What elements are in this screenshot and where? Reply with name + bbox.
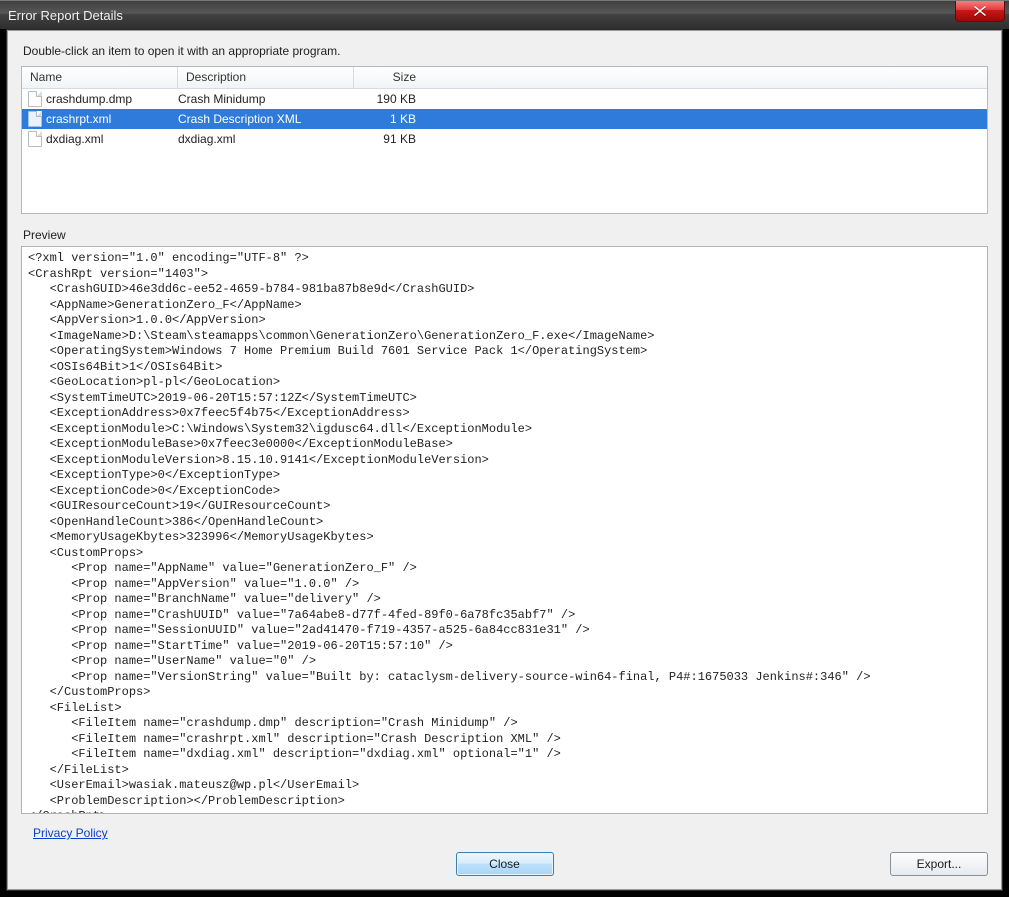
cell-size: 190 KB (354, 92, 430, 106)
file-icon (28, 131, 42, 147)
preview-label: Preview (23, 228, 988, 242)
file-name: crashdump.dmp (46, 92, 132, 106)
file-name: dxdiag.xml (46, 132, 103, 146)
file-icon (28, 91, 42, 107)
privacy-policy-link[interactable]: Privacy Policy (33, 826, 108, 840)
cell-name: dxdiag.xml (28, 131, 178, 147)
table-body: crashdump.dmp Crash Minidump190 KB crashrp… (22, 89, 987, 213)
column-header-name[interactable]: Name (22, 67, 178, 88)
file-name: crashrpt.xml (46, 112, 111, 126)
close-window-button[interactable] (955, 1, 1005, 22)
table-row[interactable]: dxdiag.xmldxdiag.xml91 KB (22, 129, 987, 149)
cell-name: crashdump.dmp (28, 91, 178, 107)
instruction-text: Double-click an item to open it with an … (23, 44, 988, 58)
window-frame: Error Report Details Double-click an ite… (0, 0, 1009, 897)
column-header-description[interactable]: Description (178, 67, 354, 88)
titlebar[interactable]: Error Report Details (0, 0, 1009, 29)
table-row[interactable]: crashrpt.xml Crash Description XML1 KB (22, 109, 987, 129)
table-header: Name Description Size (22, 67, 987, 89)
preview-pane[interactable]: <?xml version="1.0" encoding="UTF-8" ?> … (21, 246, 988, 814)
window-title: Error Report Details (8, 8, 123, 23)
file-icon (28, 111, 42, 127)
file-list[interactable]: Name Description Size crashdump.dmp Crash… (21, 66, 988, 214)
export-button[interactable]: Export... (890, 852, 988, 876)
client-area: Double-click an item to open it with an … (6, 29, 1003, 891)
cell-description: Crash Description XML (178, 112, 354, 126)
footer: Privacy Policy Close Export... (21, 826, 988, 876)
cell-size: 1 KB (354, 112, 430, 126)
cell-name: crashrpt.xml (28, 111, 178, 127)
cell-description: dxdiag.xml (178, 132, 354, 146)
cell-description: Crash Minidump (178, 92, 354, 106)
table-row[interactable]: crashdump.dmp Crash Minidump190 KB (22, 89, 987, 109)
cell-size: 91 KB (354, 132, 430, 146)
close-button[interactable]: Close (456, 852, 554, 876)
column-header-size[interactable]: Size (354, 67, 430, 88)
close-icon (973, 5, 987, 17)
button-row: Close (21, 852, 988, 876)
